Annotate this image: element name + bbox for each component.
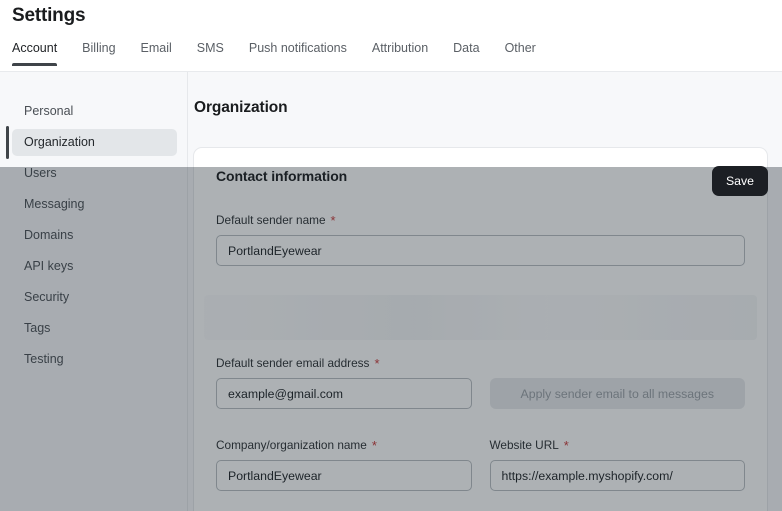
apply-sender-email-button[interactable]: Apply sender email to all messages: [490, 378, 746, 409]
company-website-row: Company/organization name * PortlandEyew…: [216, 438, 745, 491]
contact-information-card: Contact information Default sender name …: [193, 147, 768, 511]
required-asterisk-icon: *: [331, 214, 336, 227]
settings-page: Settings Account Billing Email SMS Push …: [0, 0, 782, 511]
website-url-label: Website URL *: [490, 438, 746, 452]
sidebar-item-messaging[interactable]: Messaging: [12, 191, 177, 218]
section-title: Organization: [194, 99, 288, 117]
sidebar-item-security[interactable]: Security: [12, 284, 177, 311]
field-website-url: Website URL * https://example.myshopify.…: [490, 438, 746, 491]
sidebar-item-organization[interactable]: Organization: [12, 129, 177, 156]
tab-attribution[interactable]: Attribution: [372, 41, 441, 66]
tab-account[interactable]: Account: [12, 41, 70, 66]
sidebar-item-tags[interactable]: Tags: [12, 315, 177, 342]
settings-sidebar: Personal Organization Users Messaging Do…: [0, 72, 188, 511]
sidebar-item-personal[interactable]: Personal: [12, 98, 177, 125]
page-title: Settings: [12, 5, 85, 27]
field-default-sender-name: Default sender name * PortlandEyewear: [216, 213, 745, 266]
tab-push-notifications[interactable]: Push notifications: [249, 41, 360, 66]
required-asterisk-icon: *: [372, 439, 377, 452]
sidebar-item-domains[interactable]: Domains: [12, 222, 177, 249]
placeholder-band: [204, 295, 757, 340]
company-name-input[interactable]: PortlandEyewear: [216, 460, 472, 491]
page-body: Personal Organization Users Messaging Do…: [0, 72, 782, 511]
default-sender-email-label-text: Default sender email address: [216, 356, 369, 370]
field-company-name: Company/organization name * PortlandEyew…: [216, 438, 472, 491]
company-name-label: Company/organization name *: [216, 438, 472, 452]
default-sender-name-label-text: Default sender name: [216, 213, 326, 227]
save-button[interactable]: Save: [712, 166, 768, 196]
sidebar-item-api-keys[interactable]: API keys: [12, 253, 177, 280]
tab-data[interactable]: Data: [453, 41, 492, 66]
apply-sender-email-col: Apply sender email to all messages: [490, 378, 746, 409]
required-asterisk-icon: *: [374, 357, 379, 370]
required-asterisk-icon: *: [564, 439, 569, 452]
sender-email-row: Default sender email address * example@g…: [216, 356, 745, 409]
tab-bar: Account Billing Email SMS Push notificat…: [12, 41, 561, 66]
website-url-input[interactable]: https://example.myshopify.com/: [490, 460, 746, 491]
sidebar-item-testing[interactable]: Testing: [12, 346, 177, 373]
default-sender-email-label: Default sender email address *: [216, 356, 472, 370]
company-name-label-text: Company/organization name: [216, 438, 367, 452]
default-sender-name-label: Default sender name *: [216, 213, 745, 227]
default-sender-name-input[interactable]: PortlandEyewear: [216, 235, 745, 266]
card-title: Contact information: [216, 168, 745, 184]
tab-email[interactable]: Email: [141, 41, 185, 66]
page-header: Settings Account Billing Email SMS Push …: [0, 0, 782, 72]
default-sender-email-input[interactable]: example@gmail.com: [216, 378, 472, 409]
website-url-label-text: Website URL: [490, 438, 559, 452]
tab-billing[interactable]: Billing: [82, 41, 128, 66]
field-default-sender-email: Default sender email address * example@g…: [216, 356, 472, 409]
tab-other[interactable]: Other: [505, 41, 549, 66]
sidebar-item-users[interactable]: Users: [12, 160, 177, 187]
tab-sms[interactable]: SMS: [197, 41, 237, 66]
settings-content: Organization Contact information Default…: [189, 72, 782, 511]
